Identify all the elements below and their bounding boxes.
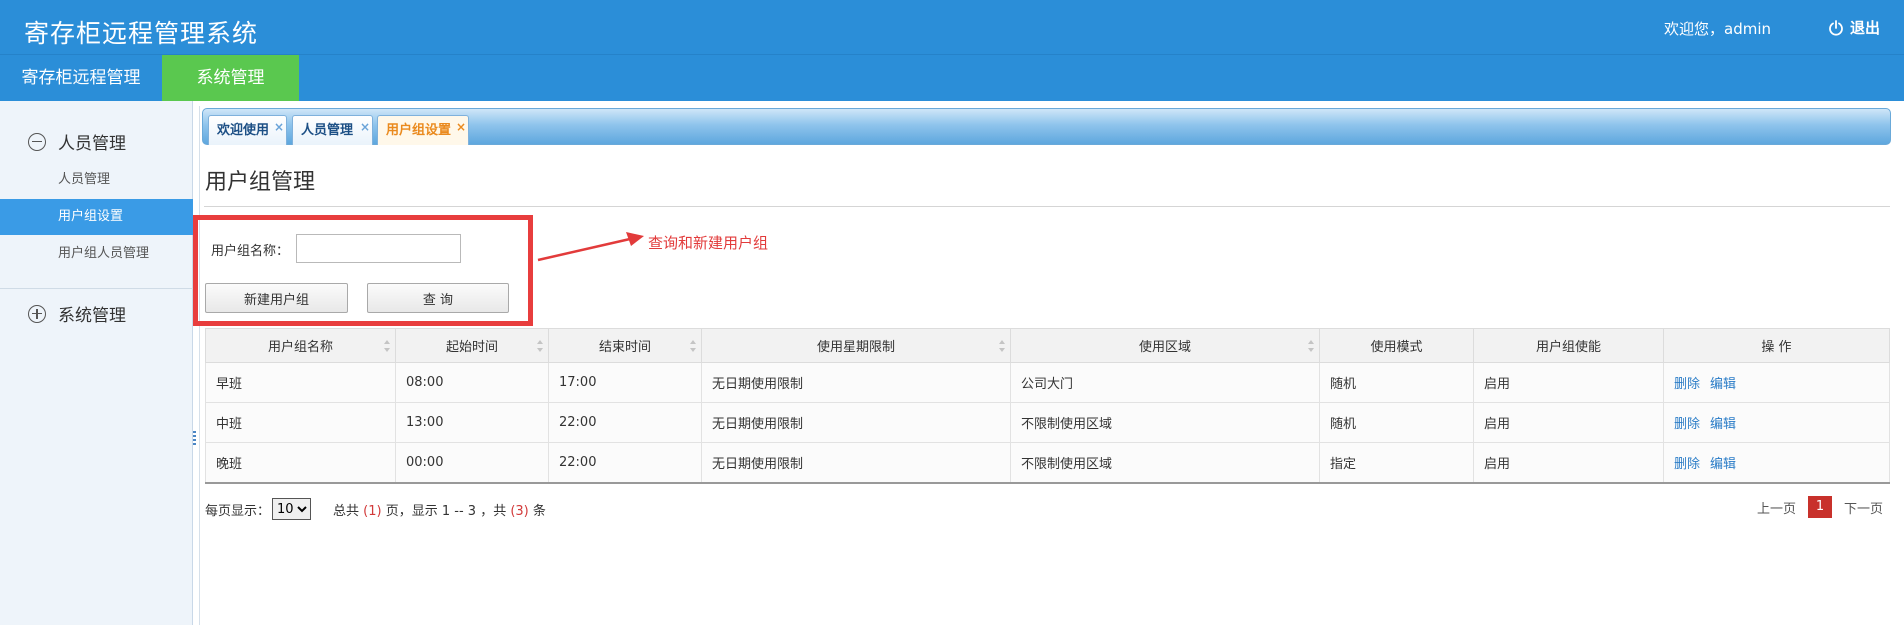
cell-mode: 随机	[1319, 362, 1474, 403]
close-icon[interactable]: ×	[360, 112, 370, 142]
cell-enabled: 启用	[1473, 362, 1664, 403]
top-header: 寄存柜远程管理系统 欢迎您，admin 退出	[0, 0, 1904, 54]
cell-area: 公司大门	[1010, 362, 1320, 403]
sidebar-item-usergroup-settings[interactable]: 用户组设置	[0, 199, 193, 235]
cell-end: 22:00	[548, 442, 702, 484]
cell-week: 无日期使用限制	[701, 362, 1011, 403]
sort-icon	[384, 340, 390, 352]
table-row: 早班 08:00 17:00 无日期使用限制 公司大门 随机 启用 删除 编辑	[205, 362, 1890, 403]
column-header: 使用模式	[1319, 328, 1474, 363]
new-usergroup-button[interactable]: 新建用户组	[205, 283, 348, 313]
cell-enabled: 启用	[1473, 402, 1664, 443]
column-header[interactable]: 用户组名称	[205, 328, 396, 363]
column-header: 用户组使能	[1473, 328, 1664, 363]
main-content: 欢迎使用 × 人员管理 × 用户组设置 × 用户组管理 用户组名称： 新建用户组…	[193, 106, 1893, 625]
per-page-label: 每页显示：	[205, 503, 271, 519]
tab-label: 欢迎使用	[217, 123, 270, 138]
per-page-select[interactable]: 10	[272, 498, 312, 520]
prev-page-link[interactable]: 上一页	[1757, 498, 1796, 517]
annotation-arrow	[537, 232, 644, 262]
sidebar-group-label: 人员管理	[58, 134, 126, 154]
cell-start: 08:00	[395, 362, 549, 403]
sidebar-resize-handle[interactable]	[193, 431, 196, 447]
delete-link[interactable]: 删除	[1674, 457, 1700, 472]
cell-start: 00:00	[395, 442, 549, 484]
tab-usergroup-settings[interactable]: 用户组设置 ×	[377, 115, 469, 145]
usergroup-name-input[interactable]	[296, 234, 461, 263]
edit-link[interactable]: 编辑	[1710, 377, 1736, 392]
tab-personnel[interactable]: 人员管理 ×	[292, 115, 373, 145]
annotation-text: 查询和新建用户组	[648, 234, 769, 252]
next-page-link[interactable]: 下一页	[1844, 498, 1883, 517]
cell-area: 不限制使用区域	[1010, 402, 1320, 443]
sort-icon	[1308, 340, 1314, 352]
edit-link[interactable]: 编辑	[1710, 457, 1736, 472]
delete-link[interactable]: 删除	[1674, 377, 1700, 392]
sort-icon	[690, 340, 696, 352]
current-page[interactable]: 1	[1807, 496, 1832, 518]
sort-icon	[537, 340, 543, 352]
tab-bar: 欢迎使用 × 人员管理 × 用户组设置 ×	[202, 108, 1891, 145]
column-header: 操 作	[1663, 328, 1890, 363]
plus-circle-icon	[28, 304, 46, 323]
cell-name: 中班	[205, 402, 396, 443]
sidebar-divider	[0, 288, 193, 289]
cell-start: 13:00	[395, 402, 549, 443]
table-row: 晚班 00:00 22:00 无日期使用限制 不限制使用区域 指定 启用 删除编…	[205, 442, 1890, 484]
cell-week: 无日期使用限制	[701, 402, 1011, 443]
logout-label: 退出	[1849, 19, 1880, 37]
cell-area: 不限制使用区域	[1010, 442, 1320, 484]
sort-icon	[999, 340, 1005, 352]
close-icon[interactable]: ×	[456, 112, 466, 142]
app-title: 寄存柜远程管理系统	[24, 19, 259, 48]
query-button[interactable]: 查 询	[367, 283, 509, 313]
page-title: 用户组管理	[205, 170, 316, 195]
pager-summary: 每页显示： 10 总共 (1) 页，显示 1 -- 3 ，共 (3) 条	[205, 498, 546, 520]
column-header[interactable]: 起始时间	[395, 328, 549, 363]
table-row: 中班 13:00 22:00 无日期使用限制 不限制使用区域 随机 启用 删除编…	[205, 402, 1890, 443]
sidebar: 人员管理 人员管理 用户组设置 用户组人员管理 系统管理	[0, 101, 196, 625]
tab-welcome[interactable]: 欢迎使用 ×	[208, 115, 287, 145]
cell-week: 无日期使用限制	[701, 442, 1011, 484]
cell-mode: 指定	[1319, 442, 1474, 484]
total-summary: 总共 (1) 页，显示 1 -- 3 ，共 (3) 条	[333, 503, 546, 519]
main-nav: 寄存柜远程管理 系统管理	[0, 54, 1904, 101]
sidebar-group-label: 系统管理	[58, 306, 126, 326]
delete-link[interactable]: 删除	[1674, 417, 1700, 432]
edit-link[interactable]: 编辑	[1710, 417, 1736, 432]
cell-end: 22:00	[548, 402, 702, 443]
close-icon[interactable]: ×	[274, 112, 284, 142]
tab-label: 人员管理	[301, 123, 354, 138]
cell-name: 早班	[205, 362, 396, 403]
usergroup-name-label: 用户组名称：	[211, 244, 290, 259]
welcome-text: 欢迎您，admin	[1664, 20, 1771, 38]
cell-actions: 删除 编辑	[1663, 442, 1890, 484]
usergroup-table: 用户组名称 起始时间 结束时间 使用星期限制 使用区域 使用模式 用户组使能 操…	[205, 328, 1890, 484]
table-header-row: 用户组名称 起始时间 结束时间 使用星期限制 使用区域 使用模式 用户组使能 操…	[205, 328, 1890, 363]
column-header[interactable]: 结束时间	[548, 328, 702, 363]
tab-label: 用户组设置	[386, 123, 452, 138]
sidebar-item-usergroup-members[interactable]: 用户组人员管理	[0, 236, 193, 272]
cell-name: 晚班	[205, 442, 396, 484]
sidebar-group-personnel[interactable]: 人员管理	[28, 129, 126, 154]
cell-mode: 随机	[1319, 402, 1474, 443]
cell-actions: 删除 编辑	[1663, 402, 1890, 443]
nav-item-locker-remote[interactable]: 寄存柜远程管理	[0, 55, 162, 101]
sidebar-item-personnel[interactable]: 人员管理	[0, 162, 193, 198]
cell-enabled: 启用	[1473, 442, 1664, 484]
cell-actions: 删除 编辑	[1663, 362, 1890, 403]
cell-end: 17:00	[548, 362, 702, 403]
power-icon	[1829, 19, 1843, 36]
nav-item-system[interactable]: 系统管理	[162, 55, 299, 101]
minus-circle-icon	[28, 132, 46, 151]
sidebar-group-system[interactable]: 系统管理	[28, 301, 126, 326]
logout-button[interactable]: 退出	[1828, 17, 1880, 38]
column-header[interactable]: 使用星期限制	[701, 328, 1011, 363]
pagination: 上一页 1 下一页	[1757, 496, 1883, 518]
title-divider	[204, 206, 1890, 207]
column-header[interactable]: 使用区域	[1010, 328, 1320, 363]
